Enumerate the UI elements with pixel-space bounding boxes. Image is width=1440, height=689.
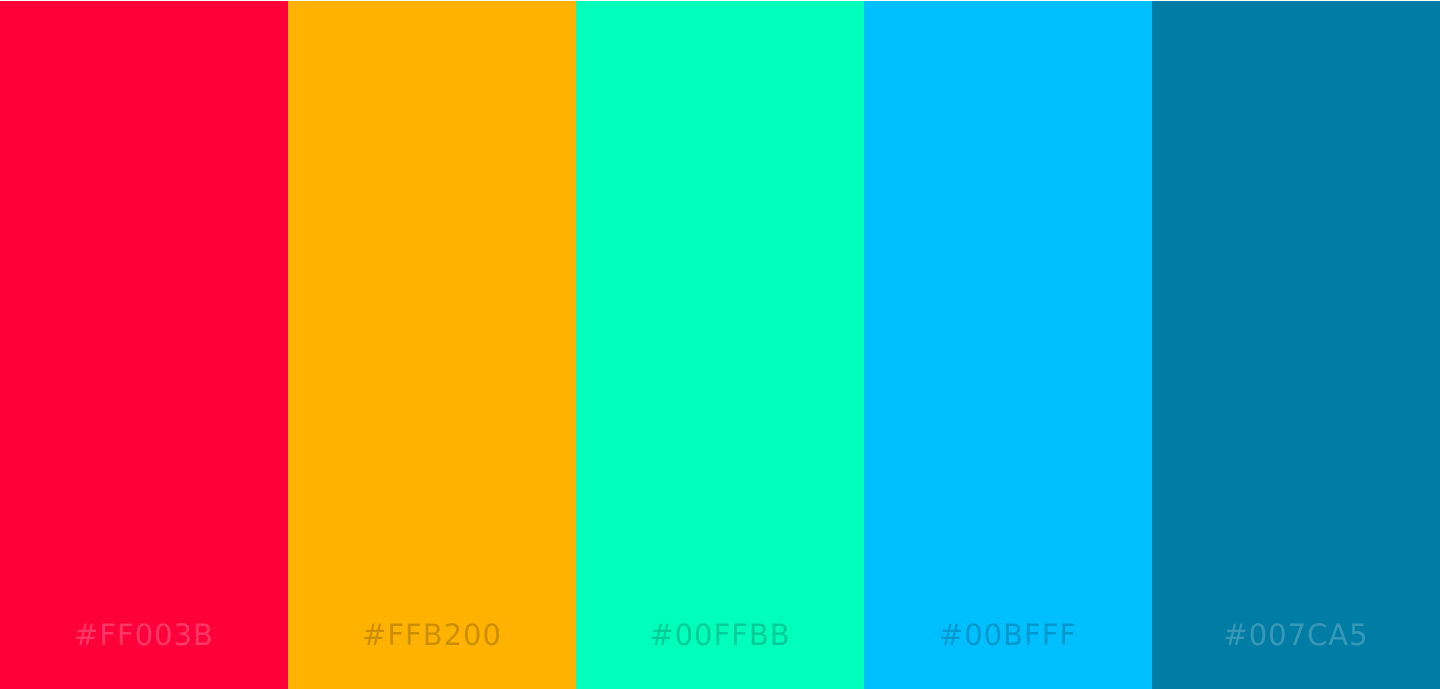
color-palette: #FF003B #FFB200 #00FFBB #00BFFF #007CA5 bbox=[0, 1, 1440, 689]
swatch-00ffbb: #00FFBB bbox=[576, 1, 864, 689]
swatch-hex-label: #FF003B bbox=[74, 618, 214, 652]
swatch-ff003b: #FF003B bbox=[0, 1, 288, 689]
swatch-00bfff: #00BFFF bbox=[864, 1, 1152, 689]
swatch-hex-label: #FFB200 bbox=[362, 618, 502, 652]
swatch-hex-label: #00BFFF bbox=[938, 618, 1078, 652]
swatch-ffb200: #FFB200 bbox=[288, 1, 576, 689]
swatch-007ca5: #007CA5 bbox=[1152, 1, 1440, 689]
swatch-hex-label: #007CA5 bbox=[1223, 618, 1369, 652]
swatch-hex-label: #00FFBB bbox=[649, 618, 791, 652]
